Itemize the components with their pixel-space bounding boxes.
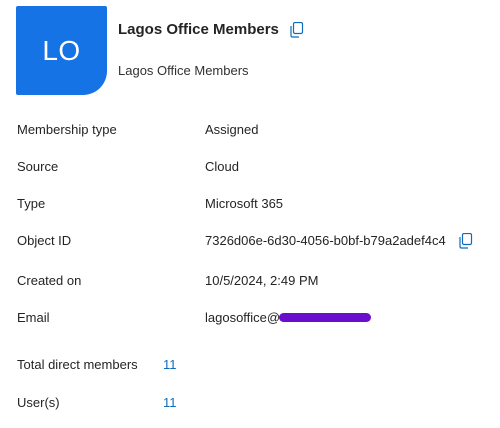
total-direct-members-link[interactable]: 11 — [163, 357, 177, 372]
property-row-source: Source Cloud — [0, 159, 500, 179]
property-row-object-id: Object ID 7326d06e-6d30-4056-b0bf-b79a2a… — [0, 233, 500, 253]
copy-icon[interactable] — [290, 22, 304, 38]
users-count-link[interactable]: 11 — [163, 395, 177, 410]
member-row-users: User(s) 11 — [0, 395, 500, 415]
property-value: Cloud — [205, 159, 239, 174]
group-description: Lagos Office Members — [118, 63, 249, 78]
property-label: Source — [17, 159, 59, 174]
avatar-initials: LO — [42, 34, 81, 66]
property-row-type: Type Microsoft 365 — [0, 196, 500, 216]
property-label: Membership type — [17, 122, 117, 137]
property-row-membership-type: Membership type Assigned — [0, 122, 500, 142]
property-row-email: Email lagosoffice@ — [0, 310, 500, 330]
email-local-part: lagosoffice@ — [205, 310, 281, 325]
email-value: lagosoffice@ — [205, 310, 372, 325]
property-label: Created on — [17, 273, 82, 288]
property-value: Microsoft 365 — [205, 196, 284, 211]
member-label: Total direct members — [17, 357, 138, 372]
property-row-created-on: Created on 10/5/2024, 2:49 PM — [0, 273, 500, 293]
email-redaction — [279, 313, 372, 323]
copy-object-id-icon[interactable] — [459, 233, 473, 249]
group-title: Lagos Office Members — [118, 21, 279, 38]
member-label: User(s) — [17, 395, 60, 410]
group-overview: LO Lagos Office Members Lagos Office Mem… — [0, 0, 500, 428]
object-id-value: 7326d06e-6d30-4056-b0bf-b79a2adef4c4 — [205, 233, 446, 248]
property-label: Object ID — [17, 233, 72, 248]
property-value: Assigned — [205, 122, 259, 137]
member-row-total-direct: Total direct members 11 — [0, 357, 500, 377]
property-label: Email — [17, 310, 50, 325]
property-value: 10/5/2024, 2:49 PM — [205, 273, 319, 288]
group-avatar: LO — [16, 6, 107, 95]
property-label: Type — [17, 196, 46, 211]
